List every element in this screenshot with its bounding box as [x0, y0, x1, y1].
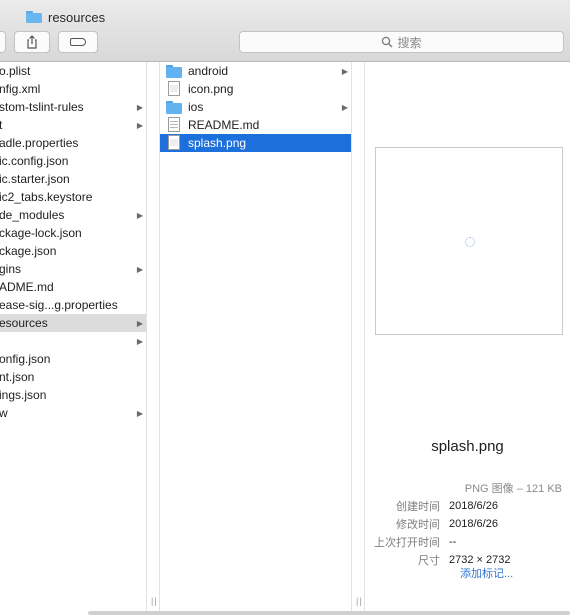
info-key: 上次打开时间	[374, 537, 440, 549]
info-value: --	[449, 536, 457, 548]
file-row[interactable]: README.md	[160, 116, 351, 134]
row-label: esources	[0, 316, 48, 330]
row-label: android	[188, 64, 229, 78]
row-label: ckage-lock.json	[0, 226, 82, 240]
text-file-icon	[166, 117, 182, 133]
preview-filename: splash.png	[431, 438, 504, 455]
row-label: ckage.json	[0, 244, 57, 258]
chevron-right-icon: ▶	[136, 408, 143, 418]
file-row[interactable]: ADME.md	[0, 278, 146, 296]
edit-tags-button[interactable]	[58, 31, 98, 53]
file-row[interactable]: icon.png	[160, 80, 351, 98]
info-key: 修改时间	[396, 519, 440, 531]
folder-row[interactable]: esources ▶	[0, 314, 146, 332]
preview-kind-size: PNG 图像 – 121 KB	[464, 483, 562, 495]
row-label: stom-tslint-rules	[0, 100, 84, 114]
window-title-text: resources	[48, 9, 106, 25]
search-icon	[382, 36, 393, 48]
row-label: ings.json	[0, 388, 47, 402]
info-value: 2018/6/26	[449, 518, 498, 530]
row-label: splash.png	[188, 136, 247, 150]
folder-row[interactable]: gins ▶	[0, 260, 146, 278]
file-row[interactable]: ease-sig...g.properties	[0, 296, 146, 314]
column-project-root[interactable]: o.plist nfig.xml stom-tslint-rules ▶ t ▶ adle.…	[0, 62, 146, 615]
info-row: 上次打开时间 --	[365, 533, 570, 551]
file-thumbnail	[375, 147, 563, 335]
chevron-right-icon: ▶	[136, 120, 143, 130]
folder-row[interactable]: ▶	[0, 332, 146, 350]
info-value: 2018/6/26	[449, 500, 498, 512]
file-row[interactable]: ic2_tabs.keystore	[0, 188, 146, 206]
info-key: 创建时间	[396, 501, 440, 513]
info-row: 创建时间 2018/6/26	[365, 497, 570, 515]
row-label: icon.png	[188, 82, 234, 96]
row-label: o.plist	[0, 64, 31, 78]
add-tags-link[interactable]: 添加标记...	[460, 565, 513, 581]
file-row[interactable]: ckage.json	[0, 242, 146, 260]
row-label: ADME.md	[0, 280, 54, 294]
file-row[interactable]: onfig.json	[0, 350, 146, 368]
image-file-icon	[166, 135, 182, 151]
chevron-right-icon: ▶	[136, 336, 143, 346]
folder-row[interactable]: w ▶	[0, 404, 146, 422]
horizontal-scrollbar[interactable]	[88, 611, 570, 615]
file-row[interactable]: ings.json	[0, 386, 146, 404]
preview-pane: splash.png PNG 图像 – 121 KB 创建时间 2018/6/26…	[365, 62, 570, 615]
row-label: ic.starter.json	[0, 172, 70, 186]
folder-row[interactable]: android ▶	[160, 62, 351, 80]
preview-info-list: 创建时间 2018/6/26 修改时间 2018/6/26 上次打开时间 -- 尺寸 2732…	[365, 497, 570, 569]
row-label: ios	[188, 100, 204, 114]
row-label: gins	[0, 262, 22, 276]
share-button[interactable]	[14, 31, 50, 53]
file-row[interactable]: ckage-lock.json	[0, 224, 146, 242]
row-label: ic.config.json	[0, 154, 69, 168]
file-row[interactable]: splash.png	[160, 134, 351, 152]
file-row[interactable]: adle.properties	[0, 134, 146, 152]
file-row[interactable]: nt.json	[0, 368, 146, 386]
file-row[interactable]: ic.starter.json	[0, 170, 146, 188]
tag-icon	[70, 38, 86, 46]
chevron-right-icon: ▶	[136, 318, 143, 328]
view-options-button[interactable]	[0, 31, 6, 53]
folder-row[interactable]: ios ▶	[160, 98, 351, 116]
chevron-right-icon: ▶	[136, 102, 143, 112]
file-row[interactable]: ic.config.json	[0, 152, 146, 170]
folder-icon	[166, 99, 182, 115]
file-row[interactable]: nfig.xml	[0, 80, 146, 98]
share-icon	[27, 35, 37, 49]
info-key: 尺寸	[418, 555, 440, 567]
folder-row[interactable]: t ▶	[0, 116, 146, 134]
row-label: README.md	[188, 118, 260, 132]
folder-row[interactable]: stom-tslint-rules ▶	[0, 98, 146, 116]
chevron-right-icon: ▶	[136, 210, 143, 220]
search-placeholder: 搜索	[397, 35, 422, 50]
file-row[interactable]: o.plist	[0, 62, 146, 80]
loading-spinner-icon	[465, 237, 475, 247]
chevron-right-icon: ▶	[136, 264, 143, 274]
window-title: resources	[26, 8, 105, 26]
row-label: nt.json	[0, 370, 35, 384]
row-label: ease-sig...g.properties	[0, 298, 118, 312]
row-label: de_modules	[0, 208, 65, 222]
column-resources[interactable]: android ▶ icon.png ios ▶ README.md splash.png	[160, 62, 351, 615]
window-toolbar: resources 搜索	[0, 0, 570, 62]
folder-row[interactable]: de_modules ▶	[0, 206, 146, 224]
info-row: 修改时间 2018/6/26	[365, 515, 570, 533]
row-label: ic2_tabs.keystore	[0, 190, 93, 204]
image-file-icon	[166, 81, 182, 97]
folder-icon	[26, 11, 42, 23]
chevron-right-icon: ▶	[341, 102, 348, 112]
search-field[interactable]: 搜索	[239, 31, 564, 53]
column-resize-handle[interactable]: ||	[146, 62, 160, 615]
folder-icon	[166, 63, 182, 79]
column-resize-handle[interactable]: ||	[351, 62, 365, 615]
row-label: adle.properties	[0, 136, 79, 150]
row-label: nfig.xml	[0, 82, 41, 96]
row-label: t	[0, 118, 3, 132]
row-label: w	[0, 406, 8, 420]
row-label: onfig.json	[0, 352, 51, 366]
chevron-right-icon: ▶	[341, 66, 348, 76]
